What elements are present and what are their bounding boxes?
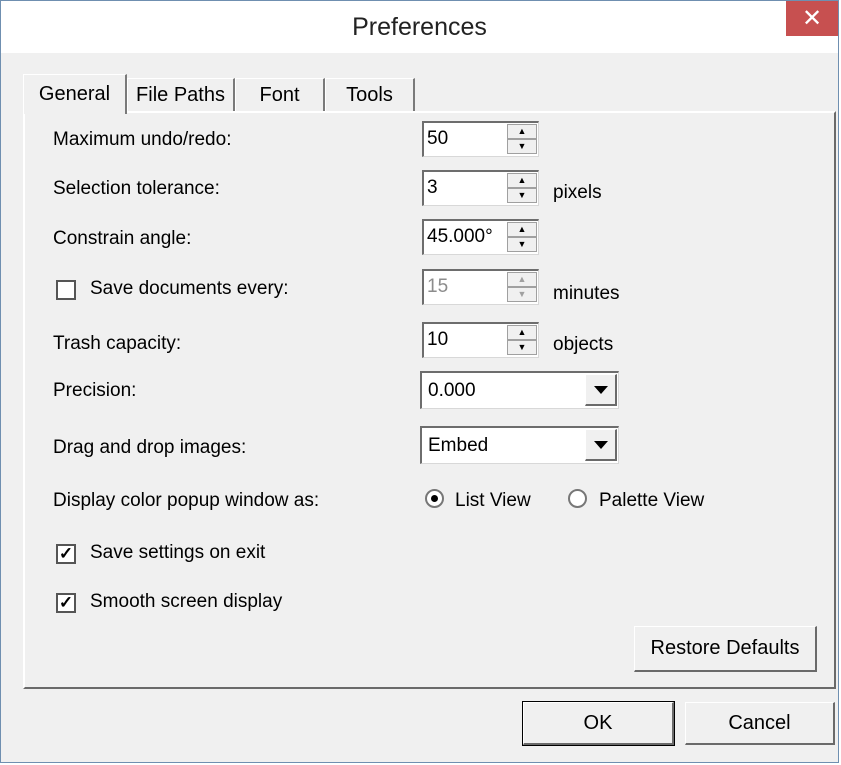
spin-up-icon: ▲ [517,224,527,234]
autosave-label: Save documents every: [90,278,289,299]
tolerance-value: 3 [427,177,438,198]
undo-label: Maximum undo/redo: [53,129,232,150]
tolerance-up-button[interactable]: ▲ [507,173,537,188]
preferences-dialog: Preferences ✕ General File Paths Font To… [0,0,839,763]
spin-up-icon: ▲ [517,126,527,136]
spin-down-icon: ▼ [517,190,527,200]
autosave-down-button[interactable]: ▼ [507,287,537,302]
chevron-down-icon [593,440,608,449]
undo-up-button[interactable]: ▲ [507,124,537,139]
restore-defaults-button[interactable]: Restore Defaults [634,626,817,672]
dialog-title: Preferences [352,13,487,41]
dragdrop-label: Drag and drop images: [53,437,247,458]
tab-file-paths[interactable]: File Paths [127,78,235,112]
checkmark-icon: ✓ [58,593,74,612]
dragdrop-value: Embed [428,435,489,456]
cancel-button[interactable]: Cancel [685,702,835,745]
close-button[interactable]: ✕ [786,1,838,36]
angle-value: 45.000° [427,226,493,247]
spin-up-icon: ▲ [517,274,527,284]
close-icon: ✕ [801,5,823,32]
ok-button[interactable]: OK [522,701,675,746]
trash-value: 10 [427,329,449,350]
autosave-up-button[interactable]: ▲ [507,272,537,287]
tolerance-down-button[interactable]: ▼ [507,188,537,203]
spin-up-icon: ▲ [517,327,527,337]
angle-up-button[interactable]: ▲ [507,222,537,237]
list-view-radio[interactable] [425,489,444,508]
spin-down-icon: ▼ [517,141,527,151]
list-view-label: List View [455,490,531,511]
spin-up-icon: ▲ [517,175,527,185]
dragdrop-dropdown[interactable]: Embed [420,426,619,464]
tolerance-spinner[interactable]: 3 ▲ ▼ [422,170,539,206]
chevron-down-icon [593,385,608,394]
angle-down-button[interactable]: ▼ [507,237,537,252]
trash-up-button[interactable]: ▲ [507,325,537,340]
autosave-spinner[interactable]: 15 ▲ ▼ [422,269,539,305]
save-settings-checkbox[interactable]: ✓ [56,544,76,564]
tab-tools[interactable]: Tools [325,78,415,112]
precision-dropdown-button[interactable] [585,374,617,406]
undo-spinner[interactable]: 50 ▲ ▼ [422,121,539,157]
save-settings-label: Save settings on exit [90,542,266,563]
palette-view-radio[interactable] [568,489,587,508]
dragdrop-dropdown-button[interactable] [585,429,617,461]
spin-down-icon: ▼ [517,342,527,352]
precision-dropdown[interactable]: 0.000 [420,371,619,409]
smooth-display-label: Smooth screen display [90,591,283,612]
tolerance-label: Selection tolerance: [53,178,220,199]
precision-label: Precision: [53,380,137,401]
title-bar: Preferences ✕ [1,1,838,53]
trash-unit: objects [553,334,614,355]
trash-spinner[interactable]: 10 ▲ ▼ [422,322,539,358]
smooth-display-checkbox[interactable]: ✓ [56,593,76,613]
autosave-unit: minutes [553,283,620,304]
radio-selected-dot [431,495,438,502]
spin-down-icon: ▼ [517,239,527,249]
angle-spinner[interactable]: 45.000° ▲ ▼ [422,219,539,255]
tab-font[interactable]: Font [235,78,325,112]
palette-view-label: Palette View [599,490,705,511]
trash-label: Trash capacity: [53,333,182,354]
undo-down-button[interactable]: ▼ [507,139,537,154]
checkmark-icon: ✓ [58,544,74,563]
tolerance-unit: pixels [553,182,602,203]
tab-general[interactable]: General [23,74,127,114]
precision-value: 0.000 [428,380,476,401]
trash-down-button[interactable]: ▼ [507,340,537,355]
undo-value: 50 [427,128,449,149]
spin-down-icon: ▼ [517,289,527,299]
autosave-value: 15 [427,276,449,297]
autosave-checkbox[interactable] [56,280,76,300]
popup-label: Display color popup window as: [53,490,320,511]
angle-label: Constrain angle: [53,228,192,249]
